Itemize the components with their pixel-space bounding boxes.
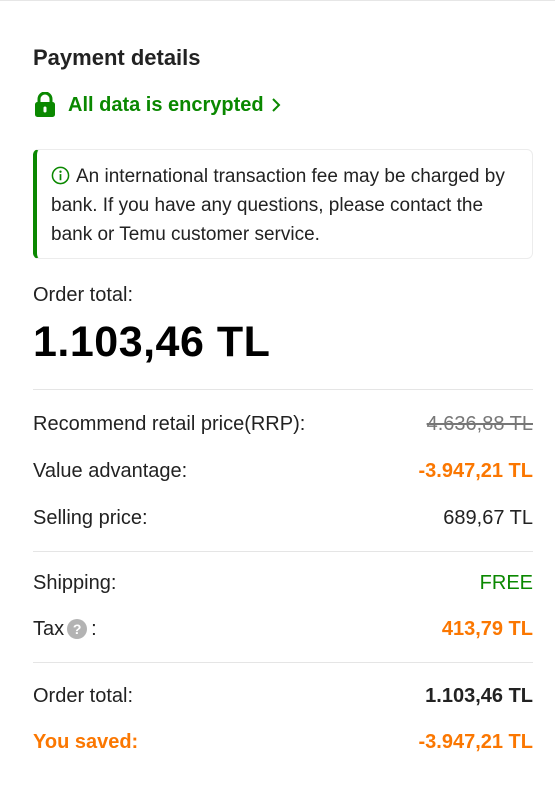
you-saved-row: You saved: -3.947,21 TL [33, 731, 533, 759]
final-total-row: Order total: 1.103,46 TL [33, 685, 533, 713]
fee-notice-text: An international transaction fee may be … [51, 166, 505, 245]
divider [33, 551, 533, 552]
shipping-label: Shipping: [33, 572, 117, 594]
tax-row: Tax?: 413,79 TL [33, 618, 533, 646]
encryption-text: All data is encrypted [68, 93, 264, 116]
order-total-label: Order total: [33, 284, 134, 306]
tax-label: Tax [33, 618, 65, 640]
order-total-amount: 1.103,46 TL [33, 318, 271, 366]
value-advantage-label: Value advantage: [33, 460, 188, 482]
info-circle-icon [51, 166, 70, 185]
encryption-link[interactable]: All data is encrypted [33, 92, 282, 118]
fee-notice: An international transaction fee may be … [33, 149, 533, 259]
tax-value: 413,79 TL [441, 618, 533, 640]
selling-price-label: Selling price: [33, 507, 148, 529]
final-total-label: Order total: [33, 685, 134, 707]
divider [33, 389, 533, 390]
shipping-value: FREE [479, 572, 533, 594]
question-circle-icon[interactable]: ? [67, 619, 88, 639]
divider [33, 662, 533, 663]
chevron-right-icon [271, 98, 281, 112]
rrp-row: Recommend retail price(RRP): 4.636,88 TL [33, 413, 533, 441]
value-advantage-row: Value advantage: -3.947,21 TL [33, 460, 533, 488]
you-saved-value: -3.947,21 TL [418, 731, 533, 753]
rrp-label: Recommend retail price(RRP): [33, 413, 306, 435]
selling-price-value: 689,67 TL [443, 507, 533, 529]
selling-price-row: Selling price: 689,67 TL [33, 507, 533, 535]
rrp-value: 4.636,88 TL [426, 413, 533, 435]
tax-label-group: Tax?: [33, 618, 97, 641]
tax-colon: : [91, 618, 97, 640]
section-title: Payment details [33, 45, 201, 70]
shipping-row: Shipping: FREE [33, 572, 533, 600]
final-total-value: 1.103,46 TL [425, 685, 533, 707]
lock-icon [35, 92, 55, 117]
top-divider [0, 0, 555, 1]
value-advantage-value: -3.947,21 TL [418, 460, 533, 482]
you-saved-label: You saved: [33, 731, 139, 753]
